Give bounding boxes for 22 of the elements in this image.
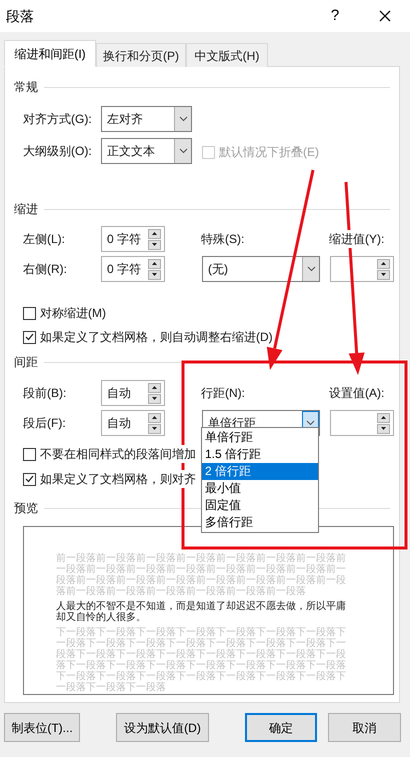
- section-heading: 缩进: [14, 201, 38, 218]
- section-heading: 常规: [14, 79, 38, 96]
- checkbox-label: 如果定义了文档网格，则对齐: [40, 470, 196, 488]
- window-title: 段落: [6, 6, 34, 26]
- field-label: 左侧(L):: [23, 230, 65, 248]
- field-label: 段后(F):: [23, 414, 66, 432]
- checkbox-label: 不要在相同样式的段落间增加: [40, 445, 196, 463]
- field-label: 右侧(R):: [23, 260, 67, 278]
- checkbox-label: 默认情况下折叠(E): [219, 143, 319, 161]
- field-label: 缩进值(Y):: [329, 230, 384, 248]
- field-label: 段前(B):: [23, 384, 66, 402]
- field-label: 特殊(S):: [201, 230, 244, 248]
- field-label: 设置值(A):: [329, 384, 384, 402]
- field-label: 大纲级别(O):: [23, 142, 92, 160]
- preview-paragraph-text: 人最大的不智不是不知道，而是知道了却迟迟不愿去做，所以平庸却又自怜的人很多。: [56, 601, 347, 623]
- section-heading: 间距: [14, 354, 38, 371]
- checkbox-label: 如果定义了文档网格，则自动调整右缩进(D): [40, 328, 273, 346]
- checkbox-label: 对称缩进(M): [40, 304, 106, 322]
- section-heading: 预览: [14, 500, 38, 517]
- previous-paragraph-text: 前一段落前一段落前一段落前一段落前一段落前一段落前一段落前一段落前一段落前一段落前一段落前一段落前一段落前一段落前一段落前一段落前一段落前一段落前一段落前一段落前一段落前一段落前一段落前一段落前一段落前一段落前一段落前一段落: [56, 553, 347, 597]
- next-paragraph-text: 下一段落下一段落下一段落下一段落下一段落下一段落下一段落下一段落下一段落下一段落下一段落下一段落下一段落下一段落下一段落下一段落下一段落下一段落下一段落下一段落下一段落下一段落下一段落下一段落下一段落下一段落下一段落下一段落下一段落下一段落下一段落下一段落下一段落下一段落下一段落下一段落下一段落下一段落下一段落: [56, 627, 347, 693]
- field-label: 对齐方式(G):: [23, 110, 92, 128]
